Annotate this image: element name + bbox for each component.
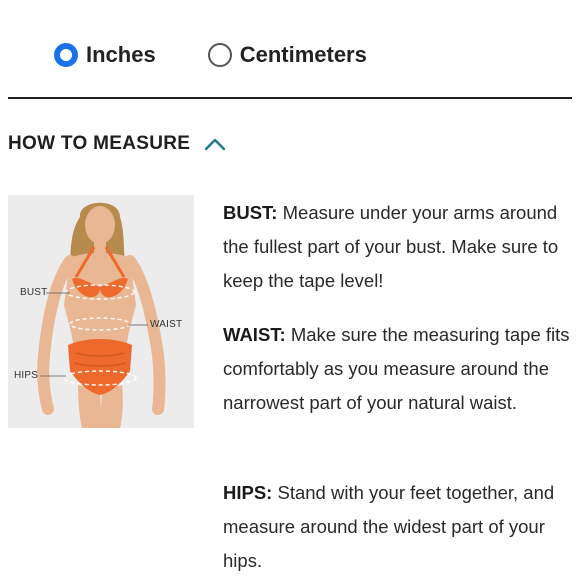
- model-illustration: [37, 202, 166, 428]
- centimeters-option[interactable]: Centimeters: [207, 42, 367, 68]
- inches-label: Inches: [86, 42, 156, 67]
- waist-term: WAIST:: [223, 324, 286, 345]
- bust-label: BUST: [20, 287, 48, 298]
- waist-instruction: WAIST: Make sure the measuring tape fits…: [223, 318, 573, 420]
- bust-instruction: BUST: Measure under your arms around the…: [223, 196, 573, 298]
- measurement-figure: BUST WAIST HIPS: [8, 195, 194, 428]
- bust-term: BUST:: [223, 202, 278, 223]
- hips-term: HIPS:: [223, 482, 273, 503]
- hips-label: HIPS: [14, 370, 39, 381]
- section-title: HOW TO MEASURE: [8, 133, 191, 154]
- hips-instruction: HIPS: Stand with your feet together, and…: [223, 476, 573, 578]
- inches-radio[interactable]: [54, 43, 78, 67]
- inches-option[interactable]: Inches: [54, 42, 156, 68]
- how-to-measure-toggle[interactable]: HOW TO MEASURE: [8, 133, 226, 155]
- centimeters-label: Centimeters: [239, 42, 367, 67]
- centimeters-radio[interactable]: [207, 43, 232, 67]
- hips-text: Stand with your feet together, and measu…: [223, 482, 555, 571]
- chevron-up-icon[interactable]: [204, 137, 226, 151]
- waist-label: WAIST: [150, 319, 183, 330]
- divider: [8, 97, 572, 99]
- unit-toggle: Inches Centimeters: [54, 38, 367, 72]
